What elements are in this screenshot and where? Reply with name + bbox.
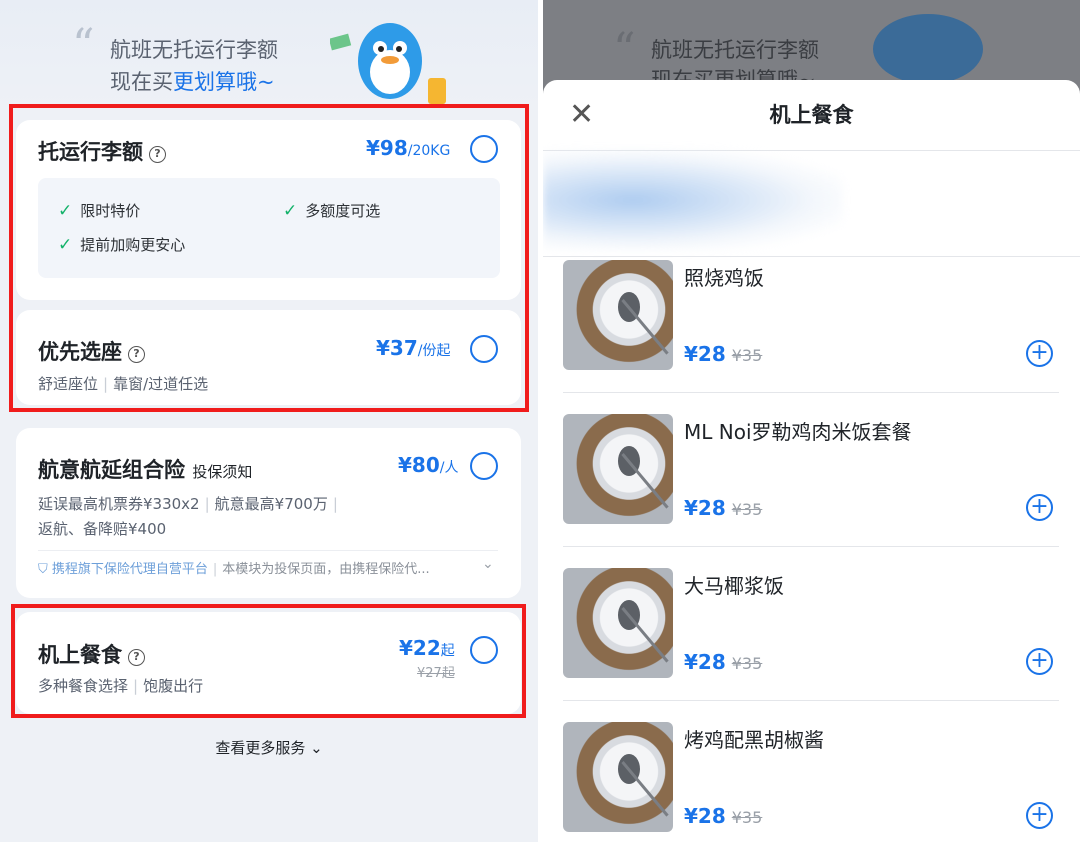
sheet-title: 机上餐食 <box>769 103 854 127</box>
highlight-box <box>9 104 529 412</box>
divider <box>38 550 498 551</box>
promo-banner: “ 航班无托运行李额 现在买更划算哦~ <box>0 0 538 110</box>
shield-icon: ⛉ <box>38 562 52 577</box>
banner-line1: 航班无托运行李额 <box>110 38 278 62</box>
insurance-card[interactable]: 航意航延组合险 投保须知 ¥80/人 延误最高机票券¥330x2 | 航意最高¥70… <box>16 428 521 598</box>
meal-item[interactable]: ML Noi罗勒鸡肉米饭套餐 ¥28 ¥35 + <box>563 414 1059 554</box>
left-panel: “ 航班无托运行李额 现在买更划算哦~ 托运行李额? ¥98/20KG ✓ 限时特… <box>0 0 538 842</box>
meal-name: ML Noi罗勒鸡肉米饭套餐 <box>684 420 912 444</box>
insurance-select-radio[interactable] <box>470 452 498 480</box>
blurred-area <box>543 150 843 250</box>
divider <box>563 700 1059 701</box>
meal-item[interactable]: 照烧鸡饭 ¥28 ¥35 + <box>563 260 1059 400</box>
more-services-link[interactable]: 查看更多服务 ⌄ <box>0 737 538 758</box>
meal-price: ¥28 ¥35 <box>684 804 763 828</box>
divider <box>543 256 1080 257</box>
add-icon[interactable]: + <box>1026 648 1053 675</box>
meal-image <box>563 260 673 370</box>
meal-name: 大马椰浆饭 <box>684 574 784 598</box>
highlight-box <box>11 604 526 718</box>
meal-image <box>563 722 673 832</box>
add-icon[interactable]: + <box>1026 494 1053 521</box>
quote-icon: “ <box>613 24 636 75</box>
insurance-detail-line1: 延误最高机票券¥330x2 | 航意最高¥700万 | <box>38 495 338 513</box>
insurance-notice-link[interactable]: 投保须知 <box>192 463 252 481</box>
divider <box>563 392 1059 393</box>
right-panel: “ 航班无托运行李额 现在买更划算哦~ ✕ 机上餐食 照烧鸡饭 ¥28¥35 +… <box>543 0 1080 842</box>
banner-line2: 现在买更划算哦~ <box>110 70 275 94</box>
dolphin-mascot-icon <box>330 23 446 104</box>
add-icon[interactable]: + <box>1026 340 1053 367</box>
chevron-down-icon[interactable]: ⌄ <box>482 556 494 572</box>
meal-price: ¥28 ¥35 <box>684 342 763 366</box>
insurance-detail-line2: 返航、备降赔¥400 <box>38 520 167 538</box>
bg-banner-line1: 航班无托运行李额 <box>651 38 819 62</box>
meal-image <box>563 568 673 678</box>
meal-image <box>563 414 673 524</box>
insurance-title: 航意航延组合险 投保须知 <box>38 458 253 482</box>
insurance-platform-info: ⛉ 携程旗下保险代理自营平台 | 本模块为投保页面，由携程保险代... <box>38 562 430 577</box>
dolphin-mascot-icon <box>873 14 983 84</box>
insurance-price: ¥80/人 <box>398 453 459 477</box>
meal-price: ¥28 ¥35 <box>684 496 763 520</box>
add-icon[interactable]: + <box>1026 802 1053 829</box>
divider <box>563 546 1059 547</box>
meal-name: 烤鸡配黑胡椒酱 <box>684 728 824 752</box>
quote-icon: “ <box>72 20 95 71</box>
meal-name: 照烧鸡饭 <box>684 266 764 290</box>
chevron-down-icon: ⌄ <box>310 739 323 757</box>
meal-item[interactable]: 烤鸡配黑胡椒酱 ¥28 ¥35 + <box>563 722 1059 842</box>
meal-price: ¥28 ¥35 <box>684 650 763 674</box>
meal-item[interactable]: 大马椰浆饭 ¥28 ¥35 + <box>563 568 1059 708</box>
meal-sheet: ✕ 机上餐食 照烧鸡饭 ¥28 ¥35 + ML Noi罗勒鸡肉米饭套餐 ¥28 ¥… <box>543 80 1080 842</box>
